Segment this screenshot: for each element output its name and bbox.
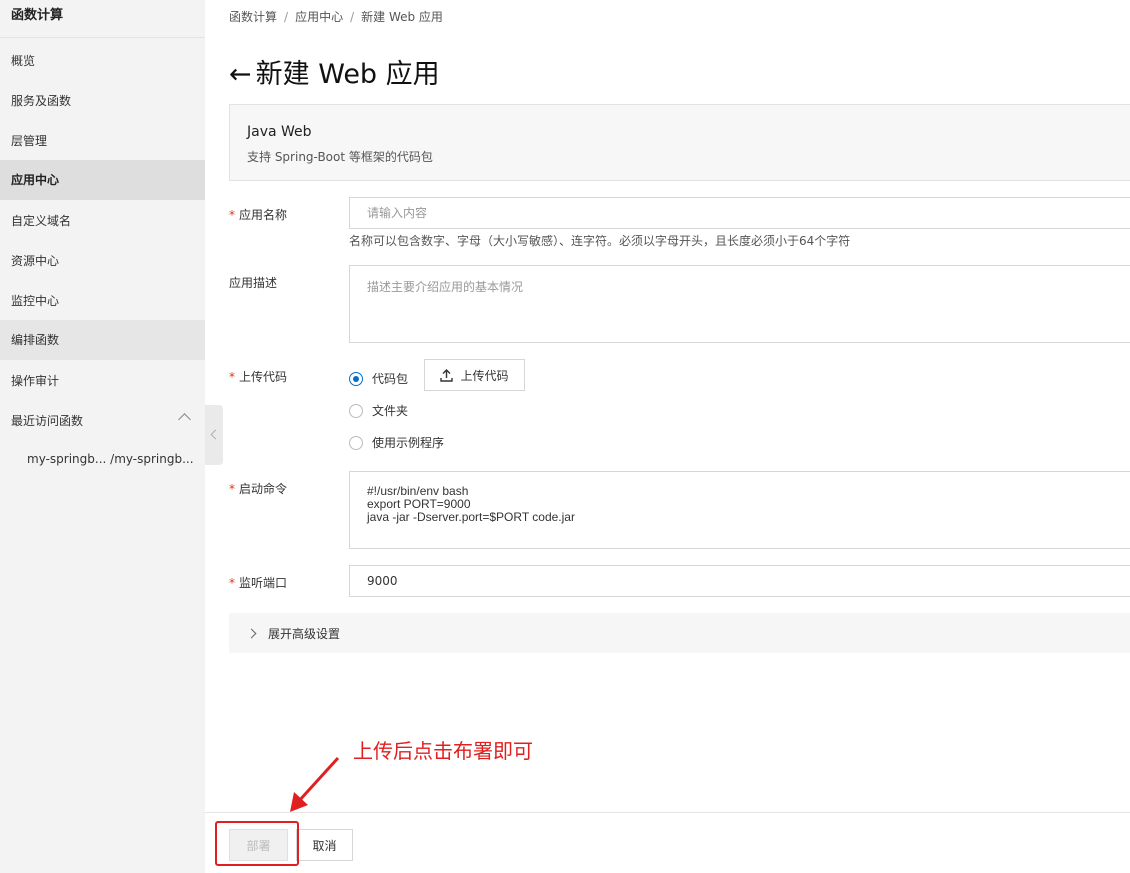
upload-icon — [440, 368, 454, 382]
sidebar-item-custom-domain[interactable]: 自定义域名 — [0, 201, 205, 241]
breadcrumb-item-fc[interactable]: 函数计算 — [229, 10, 277, 24]
chevron-up-icon — [178, 413, 191, 426]
port-label: * 监听端口 — [229, 574, 287, 591]
app-type-desc: 支持 Spring-Boot 等框架的代码包 — [247, 150, 433, 164]
breadcrumb-item-app-center[interactable]: 应用中心 — [295, 10, 343, 24]
upload-code-label-text: 上传代码 — [239, 370, 288, 384]
app-name-label: * 应用名称 — [229, 206, 287, 223]
start-cmd-textarea[interactable]: #!/usr/bin/env bash export PORT=9000 jav… — [349, 471, 1130, 549]
app-type-card: Java Web 支持 Spring-Boot 等框架的代码包 — [229, 104, 1130, 181]
sidebar-item-resource-center[interactable]: 资源中心 — [0, 241, 205, 281]
chevron-right-icon — [246, 628, 257, 638]
radio-code-package[interactable]: 代码包 — [349, 370, 408, 387]
sidebar-title: 函数计算 — [0, 0, 205, 38]
sidebar-item-overview[interactable]: 概览 — [0, 41, 205, 81]
radio-folder[interactable]: 文件夹 — [349, 402, 408, 419]
upload-code-button[interactable]: 上传代码 — [424, 359, 525, 391]
main-content: 函数计算 / 应用中心 / 新建 Web 应用 ← 新建 Web 应用 Java Web … — [205, 0, 1130, 873]
breadcrumb-separator: / — [284, 10, 289, 24]
sidebar-item-monitor[interactable]: 监控中心 — [0, 281, 205, 321]
sidebar-item-services[interactable]: 服务及函数 — [0, 81, 205, 121]
annotation-text: 上传后点击布署即可 — [353, 739, 533, 763]
page-title-text: 新建 Web 应用 — [255, 59, 440, 90]
app-desc-textarea[interactable]: 描述主要介绍应用的基本情况 — [349, 265, 1130, 343]
sidebar-item-layers[interactable]: 层管理 — [0, 121, 205, 161]
sidebar-item-audit[interactable]: 操作审计 — [0, 361, 205, 401]
page-title: ← 新建 Web 应用 — [229, 52, 440, 91]
required-mark: * — [229, 370, 235, 384]
port-input[interactable]: 9000 — [349, 565, 1130, 597]
sidebar-item-label: 最近访问函数 — [11, 414, 84, 428]
cancel-button[interactable]: 取消 — [296, 829, 353, 861]
app-name-input[interactable]: 请输入内容 — [349, 197, 1130, 229]
upload-button-label: 上传代码 — [460, 368, 509, 383]
sidebar-item-orchestration[interactable]: 编排函数 — [0, 320, 205, 360]
required-mark: * — [229, 576, 235, 590]
back-arrow-icon[interactable]: ← — [229, 59, 252, 90]
breadcrumb-item-current: 新建 Web 应用 — [361, 10, 443, 24]
radio-sample-program[interactable]: 使用示例程序 — [349, 434, 444, 451]
upload-code-label: * 上传代码 — [229, 368, 287, 385]
app-name-label-text: 应用名称 — [239, 208, 288, 222]
start-cmd-line: #!/usr/bin/env bash — [367, 484, 469, 498]
breadcrumb: 函数计算 / 应用中心 / 新建 Web 应用 — [229, 8, 443, 25]
port-label-text: 监听端口 — [239, 576, 288, 590]
annotation-highlight-box — [215, 821, 299, 866]
start-cmd-line: java -jar -Dserver.port=$PORT code.jar — [367, 510, 575, 524]
advanced-settings-label: 展开高级设置 — [268, 626, 341, 641]
annotation-arrow-icon — [290, 756, 340, 812]
start-cmd-label: * 启动命令 — [229, 480, 287, 497]
app-desc-placeholder: 描述主要介绍应用的基本情况 — [367, 280, 524, 294]
app-type-title: Java Web — [247, 124, 312, 140]
app-name-placeholder: 请输入内容 — [367, 206, 428, 220]
radio-label: 使用示例程序 — [372, 436, 445, 450]
radio-checked-icon — [349, 371, 363, 386]
required-mark: * — [229, 208, 235, 222]
sidebar: 函数计算 概览 服务及函数 层管理 应用中心 自定义域名 资源中心 监控中心 编… — [0, 0, 205, 873]
radio-label: 代码包 — [372, 372, 409, 386]
breadcrumb-separator: / — [350, 10, 355, 24]
app-desc-label: 应用描述 — [229, 276, 278, 290]
start-cmd-label-text: 启动命令 — [239, 482, 288, 496]
advanced-settings-toggle[interactable]: 展开高级设置 — [229, 613, 1130, 653]
port-value: 9000 — [367, 574, 398, 588]
radio-unchecked-icon — [349, 403, 363, 418]
radio-unchecked-icon — [349, 435, 363, 450]
sidebar-item-app-center[interactable]: 应用中心 — [0, 160, 205, 200]
app-name-hint: 名称可以包含数字、字母（大小写敏感）、连字符。必须以字母开头，且长度必须小于64… — [349, 234, 851, 248]
recent-function-link[interactable]: my-springb... /my-springb... — [27, 452, 194, 466]
required-mark: * — [229, 482, 235, 496]
radio-label: 文件夹 — [372, 404, 409, 418]
sidebar-item-recent-functions[interactable]: 最近访问函数 — [0, 401, 205, 441]
